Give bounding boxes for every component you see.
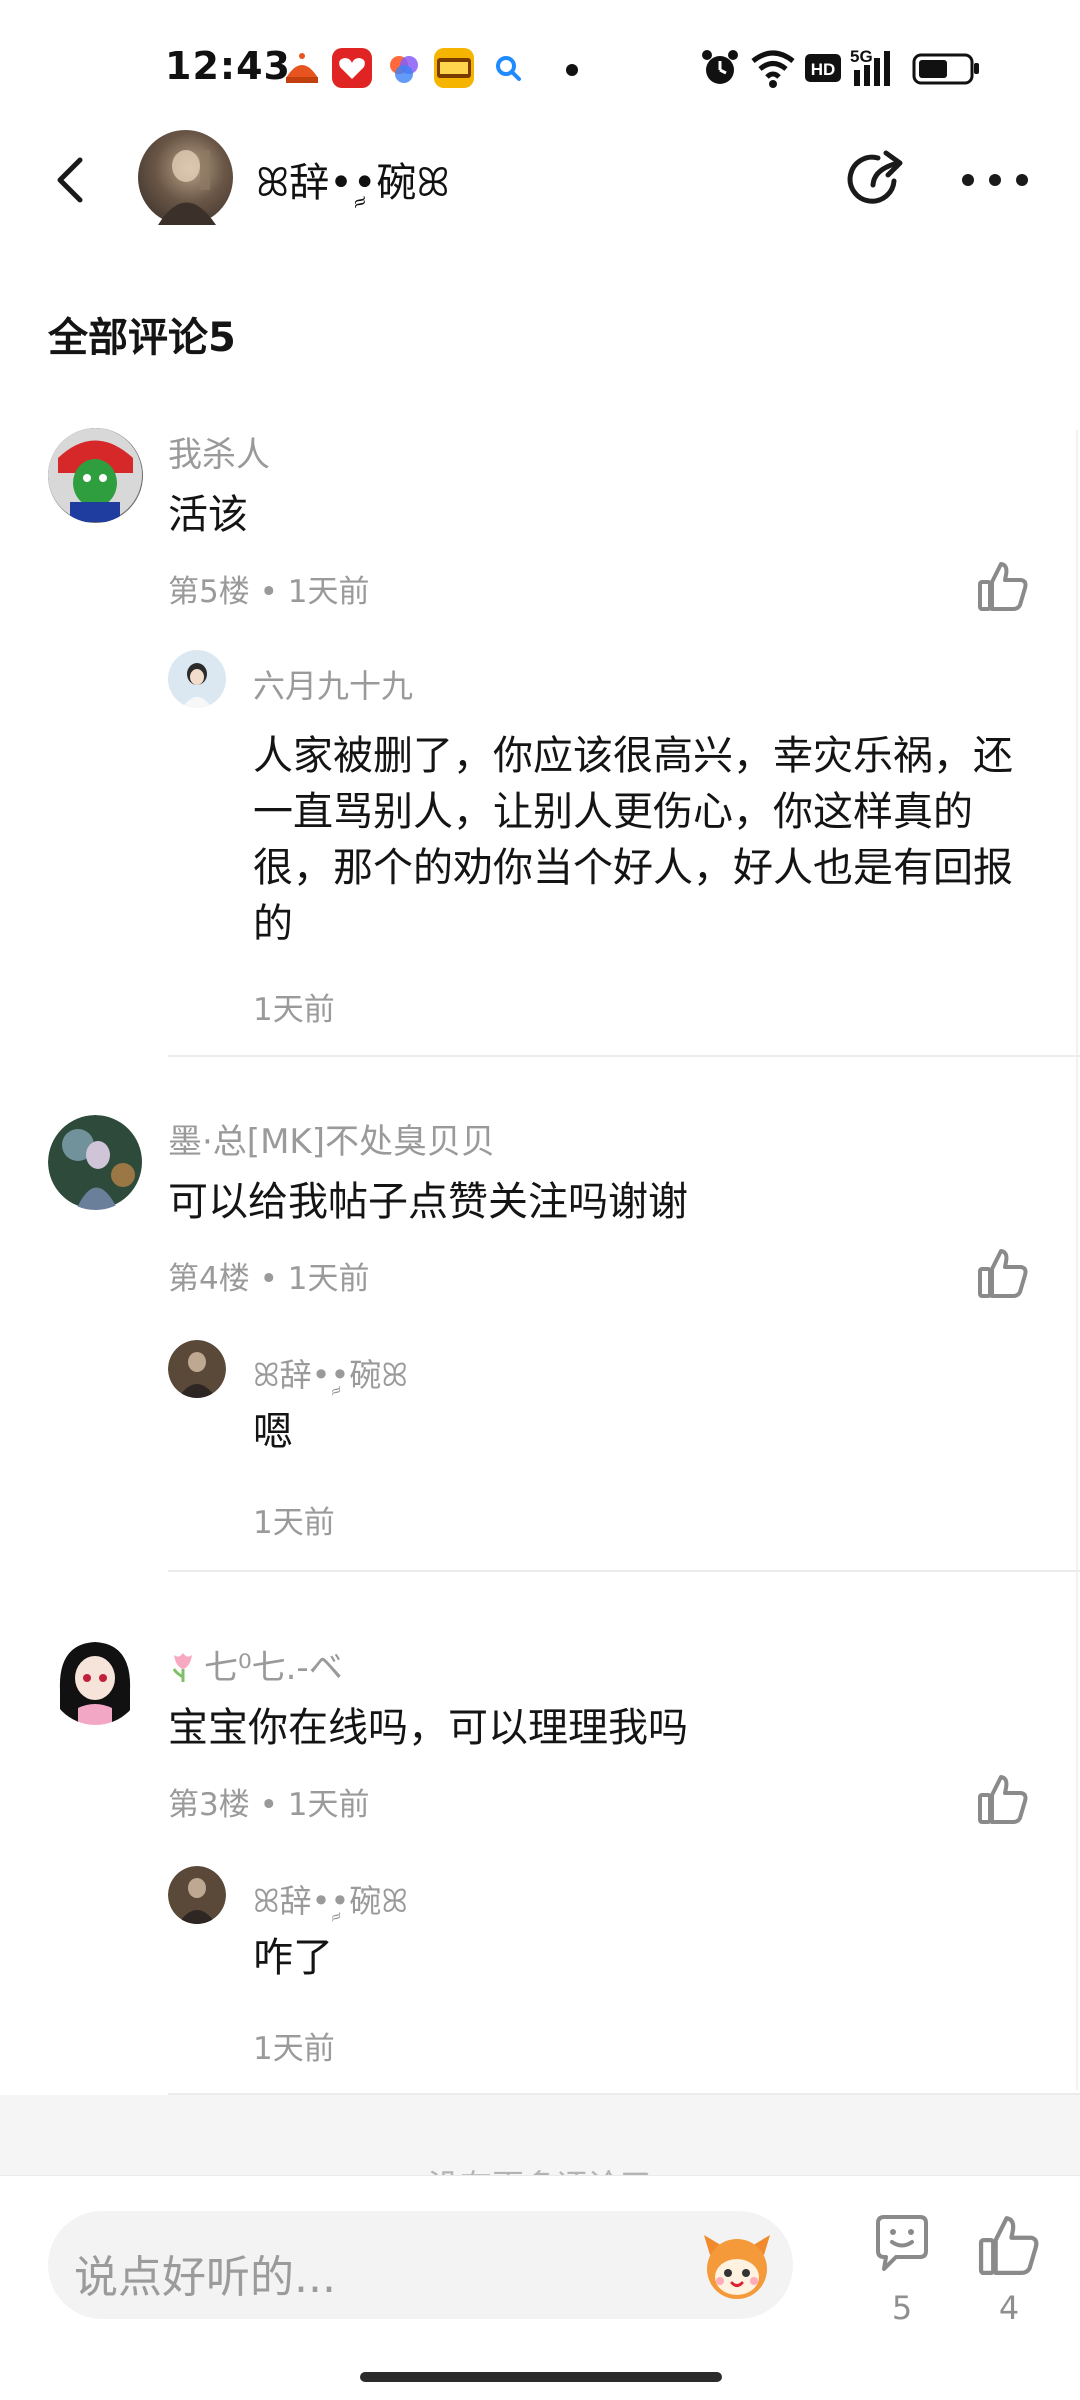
like-button[interactable] (975, 1771, 1031, 1827)
commenter-name[interactable]: 墨·总[MK]不处臭贝贝 (168, 1114, 495, 1163)
comment-count: 5 (891, 2289, 913, 2327)
thumbs-up-icon (978, 562, 1028, 611)
comment-floor-time: 第5楼 • 1天前 (168, 574, 370, 610)
more-notifications-dot (566, 64, 578, 76)
commenter-avatar[interactable] (48, 1630, 143, 1725)
commenter-avatar[interactable] (48, 428, 143, 523)
comment-input[interactable]: 说点好听的... (48, 2211, 793, 2319)
status-time: 12:43 (165, 44, 291, 88)
back-button[interactable] (42, 150, 102, 210)
thumbs-up-icon (978, 1775, 1028, 1824)
reply-author-name[interactable]: 六月九十九 (253, 661, 413, 707)
alarm-icon (700, 46, 740, 90)
top-nav-bar: ꕤ辞•ࣩ•碗ꕤ (0, 120, 1080, 240)
like-button[interactable] (975, 1245, 1031, 1301)
mascot-emoji-icon[interactable] (696, 2225, 778, 2307)
bottom-action-bar: 说点好听的... 5 4 (0, 2175, 1080, 2400)
author-avatar[interactable] (138, 130, 233, 225)
comment-floor-time: 第3楼 • 1天前 (168, 1787, 370, 1823)
app-notification-icon (434, 48, 474, 88)
app-notification-icon (282, 48, 322, 88)
svg-text:HD: HD (811, 60, 836, 79)
scroll-track (1076, 430, 1078, 2090)
reply-text: 咋了 (253, 1935, 333, 1981)
commenter-name-text: 七⁰七.-ベ (204, 1648, 343, 1688)
like-button[interactable] (975, 558, 1031, 614)
reply-avatar[interactable] (168, 1866, 226, 1924)
reply-time: 1天前 (253, 992, 335, 1028)
reply-avatar[interactable] (168, 1340, 226, 1398)
commenter-name[interactable]: 我杀人 (168, 427, 270, 476)
svg-text:5G: 5G (850, 47, 873, 66)
share-button[interactable] (840, 145, 910, 215)
comment-text: 宝宝你在线吗，可以理理我吗 (168, 1705, 688, 1751)
all-comments-title: 全部评论5 (48, 315, 236, 361)
comment-divider (168, 1055, 1080, 1057)
comment-icon (876, 2215, 928, 2271)
reply-time: 1天前 (253, 1505, 335, 1541)
comment-divider (168, 1570, 1080, 1572)
hd-icon: HD (804, 46, 842, 90)
no-more-comments-text: 没有更多评论了 (0, 2161, 1080, 2175)
more-dots-icon (962, 174, 1028, 186)
comment-text: 活该 (168, 492, 248, 538)
like-count-button[interactable]: 4 (975, 2211, 1043, 2331)
app-notification-icon (384, 48, 424, 88)
status-bar: 12:43 HD 5G (0, 0, 1080, 130)
app-notification-icon (332, 48, 372, 88)
search-app-icon (488, 48, 528, 88)
comment-floor-time: 第4楼 • 1天前 (168, 1261, 370, 1297)
reply-avatar[interactable] (168, 650, 226, 708)
signal-5g-icon: 5G (850, 46, 906, 90)
reply-author-name[interactable]: ꕤ辞•ࣩ•碗ꕤ (253, 1350, 408, 1396)
reply-time: 1天前 (253, 2031, 335, 2067)
share-icon (847, 150, 903, 204)
home-indicator[interactable] (360, 2372, 722, 2382)
wifi-icon (750, 46, 796, 90)
tulip-icon (168, 1649, 198, 1692)
chevron-left-icon (57, 157, 83, 203)
battery-icon (912, 46, 982, 90)
commenter-avatar[interactable] (48, 1115, 143, 1210)
end-of-list-area: 没有更多评论了 (0, 2095, 1080, 2175)
comment-count-button[interactable]: 5 (868, 2211, 936, 2331)
author-name[interactable]: ꕤ辞•ࣩ•碗ꕤ (256, 150, 450, 208)
thumbs-up-icon (978, 2216, 1039, 2276)
comment-input-placeholder: 说点好听的... (74, 2252, 336, 2303)
commenter-name[interactable]: 七⁰七.-ベ (168, 1640, 343, 1692)
more-options-button[interactable] (955, 150, 1035, 210)
reply-text: 人家被删了，你应该很高兴，幸灾乐祸，还一直骂别人，让别人更伤心，你这样真的很，那… (253, 733, 1013, 947)
comment-text: 可以给我帖子点赞关注吗谢谢 (168, 1179, 688, 1225)
reply-author-name[interactable]: ꕤ辞•ࣩ•碗ꕤ (253, 1876, 408, 1922)
thumbs-up-icon (978, 1249, 1028, 1298)
reply-text: 嗯 (253, 1409, 293, 1455)
like-count: 4 (998, 2289, 1020, 2327)
